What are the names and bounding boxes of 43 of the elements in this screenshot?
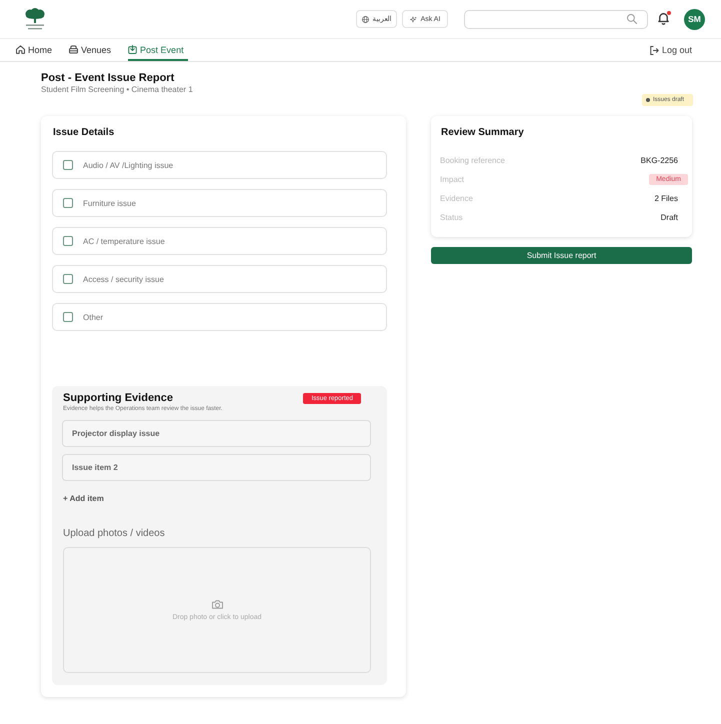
summary-label: Booking reference [440, 156, 505, 165]
logout-link[interactable]: Log out [650, 39, 692, 61]
add-item-link[interactable]: + Add item [62, 494, 104, 504]
user-avatar[interactable]: SM [684, 8, 705, 30]
summary-label: Impact [440, 175, 464, 184]
sparkle-icon [410, 16, 417, 22]
nav-tab[interactable]: Post Event [128, 39, 188, 61]
nav-tab[interactable]: Venues [69, 39, 116, 61]
camera-icon [212, 600, 222, 608]
search-icon [627, 14, 637, 24]
card-title: Review Summary [440, 126, 525, 140]
issue-item-field[interactable]: Issue item 2 [62, 454, 371, 481]
issue-item-field[interactable]: Projector display issue [62, 420, 371, 447]
search-field[interactable] [464, 10, 648, 28]
status-dot-icon [646, 98, 650, 102]
section-title: Supporting Evidence [63, 391, 174, 405]
card-title: Issue Details [52, 126, 116, 140]
upload-label: Upload photos / videos [62, 528, 166, 540]
logout-icon [650, 46, 659, 54]
checkbox[interactable] [63, 274, 73, 284]
summary-label: Evidence [440, 194, 473, 203]
briefcase-icon [69, 45, 78, 54]
house-icon [16, 45, 25, 54]
globe-icon [362, 16, 368, 22]
bell-icon[interactable] [658, 13, 669, 25]
download-icon [128, 45, 138, 54]
issue-option[interactable]: AC / temperature issue [52, 227, 387, 255]
page-title: Post - Event Issue Report [41, 72, 176, 85]
submit-button[interactable]: Submit Issue report [431, 247, 692, 264]
issue-option[interactable]: Other [52, 303, 387, 331]
summary-value: Draft [660, 213, 679, 222]
checkbox[interactable] [63, 312, 73, 322]
issue-option[interactable]: Furniture issue [52, 189, 387, 217]
checkbox[interactable] [63, 198, 73, 208]
page-subtitle: Student Film Screening • Cinema theater 1 [41, 85, 194, 95]
checkbox[interactable] [63, 160, 73, 170]
checkbox[interactable] [63, 236, 73, 246]
summary-value: BKG-2256 [640, 156, 679, 165]
nav-tab[interactable]: Home [16, 39, 56, 61]
summary-value: 2 Files [654, 194, 679, 203]
summary-label: Status [440, 213, 463, 222]
issue-option[interactable]: Audio / AV /Lighting issue [52, 151, 387, 179]
issue-option[interactable]: Access / security issue [52, 265, 387, 293]
